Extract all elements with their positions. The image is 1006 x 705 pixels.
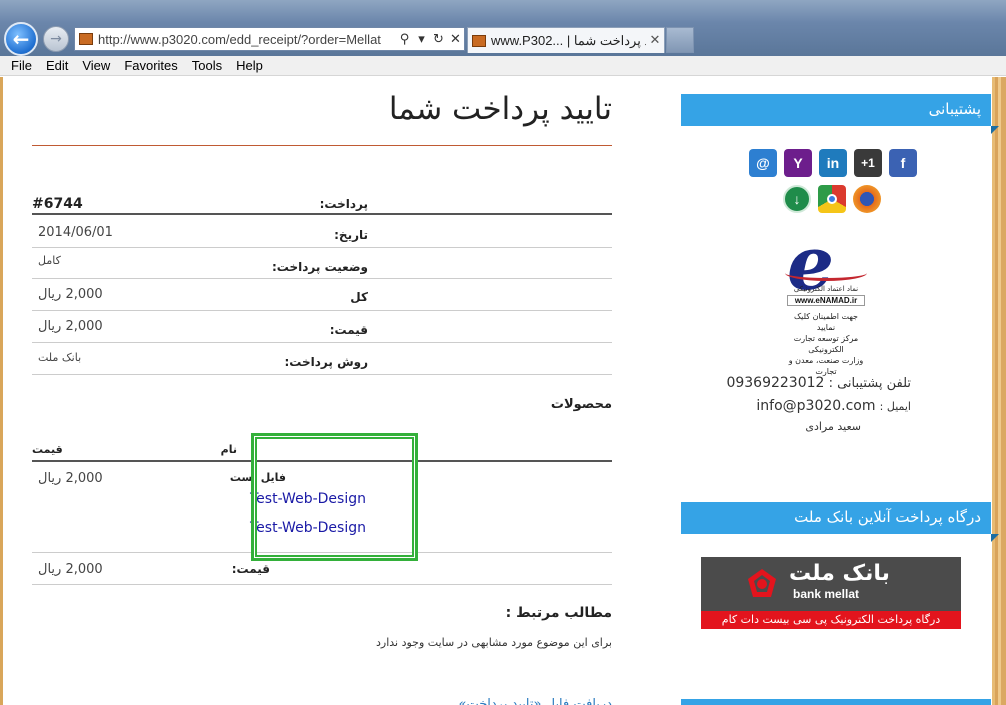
payment-label: پرداخت: bbox=[319, 197, 368, 211]
menu-favorites[interactable]: Favorites bbox=[117, 58, 184, 73]
phone-number: 09369223012 bbox=[726, 375, 825, 391]
receipt-row-date: تاریخ: 2014/06/01 bbox=[32, 217, 612, 248]
support-email: ایمیل : info@p3020.com bbox=[756, 398, 911, 414]
sidebar: پشتیبانی @ Y in +1 f ↓ e نماد اعتماد الک… bbox=[681, 77, 999, 705]
receipt-row-payment: پرداخت: #6744 bbox=[32, 193, 612, 215]
forward-button[interactable]: → bbox=[43, 26, 69, 52]
forward-arrow-icon: → bbox=[50, 31, 62, 47]
date-label: تاریخ: bbox=[334, 228, 368, 242]
page-title: تایید پرداخت شما bbox=[388, 91, 612, 127]
tab-title: www.P302... | تایید پرداخت شما bbox=[491, 32, 646, 48]
browser-tab[interactable]: www.P302... | تایید پرداخت شما ✕ bbox=[467, 27, 665, 53]
bottom-link[interactable]: دریافت فایل «تایید پرداخت» bbox=[458, 697, 612, 705]
sum-price: 2,000 ریال bbox=[38, 562, 103, 577]
receipt-row-total: کل 2,000 ریال bbox=[32, 279, 612, 311]
facebook-icon[interactable]: f bbox=[889, 149, 917, 177]
products-col-price: قیمت bbox=[32, 443, 63, 456]
mellat-logo-icon bbox=[748, 569, 776, 597]
receipt-row-price: قیمت: 2,000 ریال bbox=[32, 311, 612, 343]
receipt-row-status: وضعیت پرداخت: کامل bbox=[32, 248, 612, 279]
support-phone: تلفن پشتیبانی : 09369223012 bbox=[726, 375, 911, 391]
address-bar[interactable]: http://www.p3020.com/edd_receipt/?order=… bbox=[74, 27, 465, 51]
tab-favicon-icon bbox=[472, 34, 486, 47]
mellat-caption: درگاه پرداخت الکترونیک پی سی بیست دات کا… bbox=[701, 611, 961, 629]
price-value: 2,000 ریال bbox=[38, 319, 103, 334]
web-page: تایید پرداخت شما پرداخت: #6744 تاریخ: 20… bbox=[0, 77, 1006, 705]
enamad-line: مرکز توسعه تجارت الکترونیکی bbox=[793, 334, 859, 354]
total-label: کل bbox=[350, 290, 368, 304]
email-icon[interactable]: @ bbox=[749, 149, 777, 177]
title-divider bbox=[32, 145, 612, 146]
enamad-text: جهت اطمینان کلیک نمایید مرکز توسعه تجارت… bbox=[785, 311, 867, 377]
browser-titlebar: ← → http://www.p3020.com/edd_receipt/?or… bbox=[0, 0, 1006, 56]
email-label: ایمیل : bbox=[879, 400, 911, 413]
support-name: سعید مرادی bbox=[805, 420, 861, 433]
products-heading: محصولات bbox=[550, 397, 612, 412]
related-heading: مطالب مرتبط : bbox=[505, 605, 612, 621]
refresh-icon[interactable]: ↻ bbox=[430, 32, 447, 47]
support-widget-title: پشتیبانی bbox=[681, 94, 999, 134]
menu-tools[interactable]: Tools bbox=[185, 58, 229, 73]
products-col-name: نام bbox=[220, 443, 237, 456]
gateway-widget-title: درگاه پرداخت آنلاین بانک ملت bbox=[681, 502, 999, 542]
payment-value: #6744 bbox=[32, 196, 83, 212]
date-value: 2014/06/01 bbox=[38, 225, 113, 240]
next-widget-title bbox=[681, 699, 991, 705]
wood-border-left bbox=[0, 77, 3, 705]
enamad-label: نماد اعتماد الکترونیکی bbox=[793, 285, 859, 293]
enamad-swirl bbox=[785, 265, 867, 281]
yahoo-icon[interactable]: Y bbox=[784, 149, 812, 177]
new-tab-button[interactable] bbox=[666, 27, 694, 53]
status-value: کامل bbox=[38, 254, 61, 267]
status-label: وضعیت پرداخت: bbox=[272, 260, 368, 274]
tab-close-icon[interactable]: ✕ bbox=[646, 33, 664, 48]
highlight-box bbox=[251, 433, 418, 561]
enamad-line: جهت اطمینان کلیک نمایید bbox=[794, 312, 858, 332]
email-address: info@p3020.com bbox=[756, 398, 876, 414]
mellat-banner[interactable]: بانک ملت bank mellat درگاه پرداخت الکترو… bbox=[701, 557, 961, 629]
download-icon[interactable]: ↓ bbox=[783, 185, 811, 213]
linkedin-icon[interactable]: in bbox=[819, 149, 847, 177]
product-price: 2,000 ریال bbox=[38, 471, 103, 486]
site-favicon-icon bbox=[79, 33, 93, 45]
search-icon[interactable]: ⚲ bbox=[396, 32, 413, 47]
price-label: قیمت: bbox=[329, 323, 368, 337]
stop-icon[interactable]: ✕ bbox=[447, 32, 464, 47]
chrome-icon[interactable] bbox=[818, 185, 846, 213]
enamad-line: وزارت صنعت، معدن و تجارت bbox=[788, 356, 864, 376]
firefox-icon[interactable] bbox=[853, 185, 881, 213]
related-text: برای این موضوع مورد مشابهی در سایت وجود … bbox=[375, 636, 612, 649]
menu-view[interactable]: View bbox=[75, 58, 117, 73]
mellat-name-en: bank mellat bbox=[793, 587, 860, 601]
enamad-site: www.eNAMAD.ir bbox=[787, 295, 865, 306]
sum-label: قیمت: bbox=[231, 562, 270, 576]
enamad-trust-badge[interactable]: e نماد اعتماد الکترونیکی www.eNAMAD.ir ج… bbox=[785, 227, 869, 376]
method-value: بانک ملت bbox=[38, 351, 82, 364]
total-value: 2,000 ریال bbox=[38, 287, 103, 302]
menu-bar: File Edit View Favorites Tools Help bbox=[0, 56, 1006, 76]
back-button[interactable]: ← bbox=[4, 22, 38, 56]
address-url[interactable]: http://www.p3020.com/edd_receipt/?order=… bbox=[98, 32, 396, 47]
receipt-row-method: روش پرداخت: بانک ملت bbox=[32, 343, 612, 375]
google-plus-icon[interactable]: +1 bbox=[854, 149, 882, 177]
mellat-name: بانک ملت bbox=[789, 561, 890, 586]
menu-file[interactable]: File bbox=[4, 58, 39, 73]
phone-label: تلفن پشتیبانی : bbox=[828, 376, 911, 391]
wood-border-right bbox=[992, 77, 1006, 705]
method-label: روش پرداخت: bbox=[284, 355, 369, 369]
menu-edit[interactable]: Edit bbox=[39, 58, 75, 73]
menu-help[interactable]: Help bbox=[229, 58, 270, 73]
back-arrow-icon: ← bbox=[12, 27, 30, 51]
dropdown-icon[interactable]: ▾ bbox=[413, 32, 430, 47]
